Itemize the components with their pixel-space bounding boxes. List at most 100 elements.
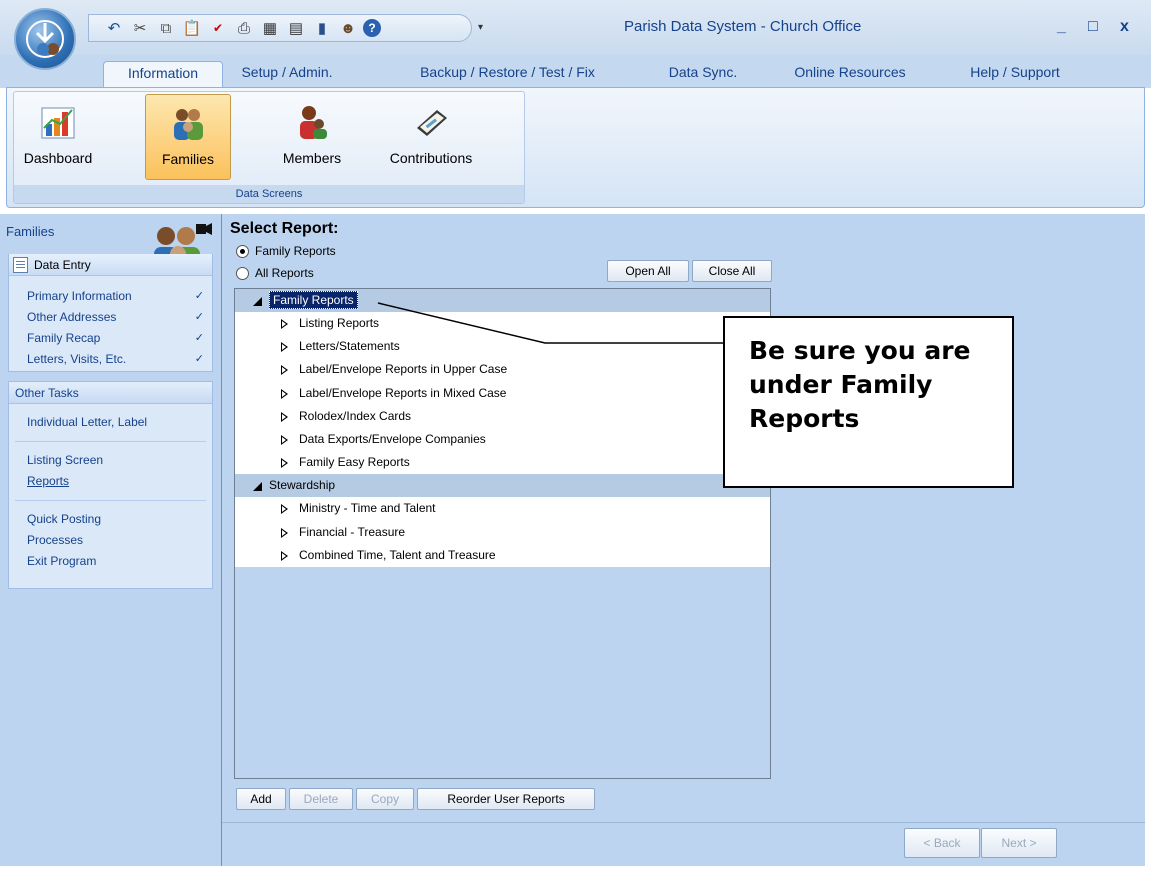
collapsed-icon [281, 527, 288, 538]
book-icon[interactable]: ▮ [311, 18, 333, 38]
collapsed-icon [281, 319, 288, 329]
tree-node-family-reports[interactable]: Family Reports [235, 289, 770, 312]
divider [222, 822, 1145, 823]
tree-leaf[interactable]: Label/Envelope Reports in Mixed Case [235, 382, 770, 405]
leaf-label: Listing Reports [299, 316, 380, 330]
callout-line-3: Reports [749, 404, 860, 433]
tab-online-resources[interactable]: Online Resources [780, 61, 920, 88]
tree-leaf[interactable]: Combined Time, Talent and Treasure [235, 544, 770, 567]
collapsed-icon [281, 434, 288, 445]
tree-leaf[interactable]: Rolodex/Index Cards [235, 405, 770, 428]
quick-access-toolbar: ↶ ✂ ⧉ 📋 ✔ ⎙ ▦ ▤ ▮ ☻ ? [88, 14, 472, 42]
calculator-icon[interactable]: ▦ [259, 18, 281, 38]
contributions-button[interactable]: Contributions [379, 94, 483, 180]
members-icon [300, 106, 327, 139]
data-entry-section: Data Entry Primary Information ✓ Other A… [8, 254, 213, 372]
undo-icon[interactable]: ↶ [103, 18, 125, 38]
tree-leaf[interactable]: Label/Envelope Reports in Upper Case [235, 358, 770, 381]
leaf-label: Letters/Statements [299, 339, 400, 354]
spellcheck-icon[interactable]: ✔ [207, 18, 229, 38]
nav-label: Primary Information [27, 289, 132, 303]
leaf-label: Label/Envelope Reports in Upper Case [299, 362, 508, 377]
delete-button[interactable]: Delete [289, 788, 353, 810]
maximize-button[interactable]: □ [1088, 18, 1098, 36]
app-menu-button[interactable] [14, 8, 76, 70]
nav-family-recap[interactable]: Family Recap ✓ [9, 328, 212, 349]
data-entry-header[interactable]: Data Entry [9, 254, 212, 276]
expanded-icon [253, 482, 262, 492]
callout-line-2: under Family [749, 370, 933, 399]
tree-node-stewardship[interactable]: Stewardship [235, 474, 770, 498]
divider [15, 500, 206, 501]
families-icon [174, 109, 203, 140]
tree-leaf[interactable]: Financial - Treasure [235, 521, 770, 544]
close-all-button[interactable]: Close All [692, 260, 772, 282]
copy-icon[interactable]: ⧉ [155, 18, 177, 38]
nav-letters-visits[interactable]: Letters, Visits, Etc. ✓ [9, 349, 212, 370]
collapsed-icon [281, 365, 288, 376]
add-button[interactable]: Add [236, 788, 286, 810]
nav-primary-information[interactable]: Primary Information ✓ [9, 286, 212, 307]
help-icon[interactable]: ? [363, 19, 381, 37]
reorder-user-reports-button[interactable]: Reorder User Reports [417, 788, 595, 810]
other-tasks-section: Other Tasks Individual Letter, Label Lis… [8, 381, 213, 589]
back-button[interactable]: < Back [904, 828, 980, 858]
window-title: Parish Data System - Church Office [624, 18, 862, 35]
dashboard-label: Dashboard [23, 150, 93, 166]
minimize-button[interactable]: _ [1057, 18, 1066, 36]
leaf-label: Financial - Treasure [299, 524, 406, 539]
radio-all-reports[interactable]: All Reports [236, 266, 314, 280]
contributions-icon [417, 110, 447, 136]
tab-data-sync[interactable]: Data Sync. [658, 61, 748, 88]
nav-other-addresses[interactable]: Other Addresses ✓ [9, 307, 212, 328]
leaf-label: Family Easy Reports [299, 455, 410, 470]
dashboard-button[interactable]: Dashboard [18, 94, 98, 180]
dashboard-icon [41, 107, 75, 139]
members-button[interactable]: Members [272, 94, 352, 180]
tree-leaf[interactable]: Family Easy Reports [235, 451, 770, 474]
leaf-label: Ministry - Time and Talent [299, 501, 436, 516]
calendar-icon[interactable]: ▤ [285, 18, 307, 38]
nav-label: Family Recap [27, 331, 101, 345]
open-all-button[interactable]: Open All [607, 260, 689, 282]
tree-leaf[interactable]: Letters/Statements [235, 335, 770, 358]
tab-help-support[interactable]: Help / Support [950, 61, 1080, 88]
tree-leaf[interactable]: Data Exports/Envelope Companies [235, 428, 770, 451]
task-reports[interactable]: Reports [9, 471, 212, 492]
annotation-callout: Be sure you are under Family Reports [723, 316, 1014, 488]
tab-information[interactable]: Information [103, 61, 223, 88]
collapsed-icon [281, 388, 288, 399]
expanded-icon [253, 297, 262, 306]
radio-family-reports[interactable]: Family Reports [236, 244, 336, 258]
task-pane-title: Families [6, 224, 55, 239]
next-button[interactable]: Next > [981, 828, 1057, 858]
tab-setup-admin[interactable]: Setup / Admin. [222, 61, 352, 88]
collapsed-icon [281, 342, 288, 353]
qat-dropdown-icon[interactable]: ▾ [478, 22, 483, 33]
families-button[interactable]: Families [145, 94, 231, 180]
task-individual-letter[interactable]: Individual Letter, Label [9, 412, 212, 433]
node-label: Family Reports [269, 291, 358, 309]
tree-leaf[interactable]: Ministry - Time and Talent [235, 497, 770, 520]
collapsed-icon [281, 504, 288, 515]
leaf-label: Label/Envelope Reports in Mixed Case [299, 385, 507, 400]
print-icon[interactable]: ⎙ [233, 18, 255, 38]
tab-backup-restore[interactable]: Backup / Restore / Test / Fix [390, 61, 625, 88]
task-listing-screen[interactable]: Listing Screen [9, 450, 212, 471]
paste-icon[interactable]: 📋 [181, 18, 203, 38]
task-quick-posting[interactable]: Quick Posting [9, 509, 212, 530]
task-processes[interactable]: Processes [9, 530, 212, 551]
main-panel: Select Report: Family Reports All Report… [222, 214, 1145, 866]
task-pane: Families Data Entry Primary Information … [0, 214, 222, 866]
close-button[interactable]: x [1120, 18, 1129, 36]
collapsed-icon [281, 550, 288, 561]
cut-icon[interactable]: ✂ [129, 18, 151, 38]
task-exit-program[interactable]: Exit Program [9, 551, 212, 572]
people-icon[interactable]: ☻ [337, 18, 359, 38]
copy-button[interactable]: Copy [356, 788, 414, 810]
select-report-title: Select Report: [230, 220, 339, 237]
tree-leaf[interactable]: Listing Reports [235, 312, 770, 335]
report-tree[interactable]: Family Reports Listing Reports Letters/S… [234, 288, 771, 779]
other-tasks-header[interactable]: Other Tasks [9, 382, 212, 404]
node-label: Stewardship [269, 478, 336, 493]
